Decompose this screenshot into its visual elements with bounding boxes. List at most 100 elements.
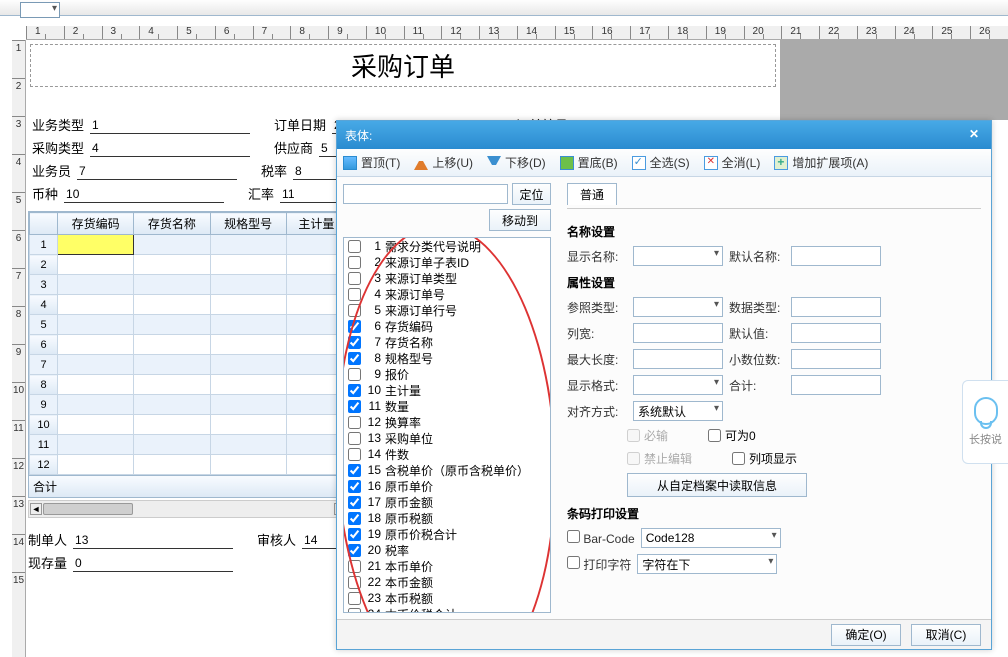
list-item[interactable]: 21本币单价 (344, 558, 550, 574)
field-checkbox[interactable] (348, 592, 361, 605)
field-checkbox[interactable] (348, 544, 361, 557)
data-type-input[interactable] (791, 297, 881, 317)
barcode-checkbox[interactable] (567, 530, 580, 543)
list-item[interactable]: 9报价 (344, 366, 550, 382)
field-checkbox[interactable] (348, 432, 361, 445)
table-row[interactable]: 4 (30, 295, 347, 315)
locate-button[interactable]: 定位 (512, 183, 551, 205)
ref-type-input[interactable] (633, 297, 723, 317)
move-up-button[interactable]: 上移(U) (414, 154, 473, 171)
list-item[interactable]: 18原币税额 (344, 510, 550, 526)
table-row[interactable]: 10 (30, 415, 347, 435)
val-biz-type[interactable]: 1 (90, 118, 250, 134)
locate-input[interactable] (343, 184, 508, 204)
order-grid[interactable]: 存货编码存货名称规格型号主计量123456789101112 (28, 211, 348, 476)
list-item[interactable]: 7存货名称 (344, 334, 550, 350)
display-name-input[interactable] (633, 246, 723, 266)
list-item[interactable]: 20税率 (344, 542, 550, 558)
field-checkbox[interactable] (348, 400, 361, 413)
field-checkbox[interactable] (348, 352, 361, 365)
list-item[interactable]: 2来源订单子表ID (344, 254, 550, 270)
field-checkbox[interactable] (348, 336, 361, 349)
deselect-all-button[interactable]: 全消(L) (704, 154, 761, 171)
val-currency[interactable]: 10 (64, 187, 224, 203)
total-input[interactable] (791, 375, 881, 395)
pin-bottom-button[interactable]: 置底(B) (560, 154, 618, 171)
close-icon[interactable]: ✕ (965, 126, 983, 144)
align-input[interactable] (633, 401, 723, 421)
list-item[interactable]: 11数量 (344, 398, 550, 414)
moveto-button[interactable]: 移动到 (489, 209, 551, 231)
field-checkbox[interactable] (348, 384, 361, 397)
ok-button[interactable]: 确定(O) (831, 624, 901, 646)
voice-widget[interactable]: 长按说 (962, 380, 1008, 464)
list-item[interactable]: 4来源订单号 (344, 286, 550, 302)
list-item[interactable]: 3来源订单类型 (344, 270, 550, 286)
default-name-input[interactable] (791, 246, 881, 266)
grid-hscroll[interactable]: ◄► (28, 500, 348, 518)
field-checkbox[interactable] (348, 480, 361, 493)
top-dropdown[interactable] (20, 2, 60, 18)
field-checkbox[interactable] (348, 448, 361, 461)
field-checkbox[interactable] (348, 256, 361, 269)
list-item[interactable]: 15含税单价（原币含税单价） (344, 462, 550, 478)
table-row[interactable]: 5 (30, 315, 347, 335)
val-maker[interactable]: 13 (73, 533, 233, 549)
table-row[interactable]: 11 (30, 435, 347, 455)
field-checkbox[interactable] (348, 272, 361, 285)
field-checkbox[interactable] (348, 240, 361, 253)
field-checkbox[interactable] (348, 464, 361, 477)
field-checkbox[interactable] (348, 304, 361, 317)
table-row[interactable]: 6 (30, 335, 347, 355)
val-stock[interactable]: 0 (73, 556, 233, 572)
val-salesman[interactable]: 7 (77, 164, 237, 180)
disp-fmt-input[interactable] (633, 375, 723, 395)
read-archive-button[interactable]: 从自定档案中读取信息 (627, 473, 807, 497)
table-row[interactable]: 9 (30, 395, 347, 415)
table-row[interactable]: 1 (30, 235, 347, 255)
field-checkbox[interactable] (348, 496, 361, 509)
list-item[interactable]: 12换算率 (344, 414, 550, 430)
can-zero-checkbox[interactable] (708, 429, 721, 442)
cancel-button[interactable]: 取消(C) (911, 624, 981, 646)
add-extension-button[interactable]: 增加扩展项(A) (774, 154, 868, 171)
field-checkbox[interactable] (348, 368, 361, 381)
list-item[interactable]: 22本币金额 (344, 574, 550, 590)
field-checkbox[interactable] (348, 288, 361, 301)
max-len-input[interactable] (633, 349, 723, 369)
list-item[interactable]: 5来源订单行号 (344, 302, 550, 318)
field-checkbox[interactable] (348, 320, 361, 333)
val-purchase-type[interactable]: 4 (90, 141, 250, 157)
field-checkbox[interactable] (348, 560, 361, 573)
list-item[interactable]: 14件数 (344, 446, 550, 462)
table-row[interactable]: 12 (30, 455, 347, 475)
list-item[interactable]: 23本币税额 (344, 590, 550, 606)
list-item[interactable]: 24本币价税合计 (344, 606, 550, 613)
list-item[interactable]: 8规格型号 (344, 350, 550, 366)
field-checkbox[interactable] (348, 608, 361, 614)
field-checkbox[interactable] (348, 416, 361, 429)
col-width-input[interactable] (633, 323, 723, 343)
table-row[interactable]: 8 (30, 375, 347, 395)
list-item[interactable]: 13采购单位 (344, 430, 550, 446)
print-char-checkbox[interactable] (567, 556, 580, 569)
field-checkbox[interactable] (348, 576, 361, 589)
list-item[interactable]: 1需求分类代号说明 (344, 238, 550, 254)
move-down-button[interactable]: 下移(D) (487, 154, 546, 171)
list-item[interactable]: 16原币单价 (344, 478, 550, 494)
field-checkbox[interactable] (348, 528, 361, 541)
list-item[interactable]: 6存货编码 (344, 318, 550, 334)
print-char-combo[interactable] (637, 554, 777, 574)
default-val-input[interactable] (791, 323, 881, 343)
barcode-combo[interactable] (641, 528, 781, 548)
table-row[interactable]: 3 (30, 275, 347, 295)
list-item[interactable]: 19原币价税合计 (344, 526, 550, 542)
table-row[interactable]: 2 (30, 255, 347, 275)
pin-top-button[interactable]: 置顶(T) (343, 154, 400, 171)
decimals-input[interactable] (791, 349, 881, 369)
col-show-checkbox[interactable] (732, 452, 745, 465)
select-all-button[interactable]: 全选(S) (632, 154, 690, 171)
table-row[interactable]: 7 (30, 355, 347, 375)
tab-normal[interactable]: 普通 (567, 183, 617, 205)
field-listbox[interactable]: 1需求分类代号说明2来源订单子表ID3来源订单类型4来源订单号5来源订单行号6存… (343, 237, 551, 613)
